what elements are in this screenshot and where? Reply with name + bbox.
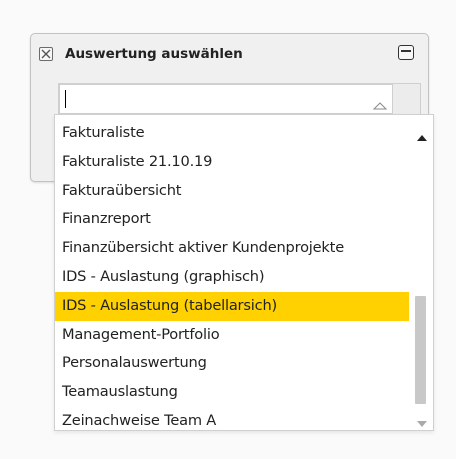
dropdown-items: Fakturaliste Fakturaliste 21.10.19 Faktura… [55,119,409,430]
dropdown-item[interactable]: Management-Portfolio [55,321,409,350]
report-search-input[interactable] [59,84,393,114]
window-toggle-icon[interactable] [398,45,414,60]
text-caret [65,90,66,108]
dropdown-item[interactable]: IDS - Auslastung (graphisch) [55,263,409,292]
dropdown-item[interactable]: Finanzreport [55,205,409,234]
scroll-thumb[interactable] [415,296,426,404]
dropdown-item[interactable]: IDS - Auslastung (tabellarsich) [55,291,409,321]
scrollbar[interactable] [411,115,433,430]
dropdown-item[interactable]: Fakturaliste 21.10.19 [55,148,409,177]
panel-title: Auswertung auswählen [65,46,243,62]
page: Auswertung auswählen Fakturaliste Faktura… [0,0,456,459]
dropdown-item[interactable]: Zeinachweise Team A [55,407,409,430]
dropdown-item[interactable]: Finanzübersicht aktiver Kundenprojekte [55,234,409,263]
scroll-up-icon[interactable] [417,126,427,145]
close-icon[interactable] [39,47,53,61]
dropdown-item[interactable]: Fakturaliste [55,119,409,148]
scroll-down-icon[interactable] [417,412,427,430]
report-dropdown-list[interactable]: Fakturaliste Fakturaliste 21.10.19 Faktura… [54,114,434,431]
dropdown-item[interactable]: Personalauswertung [55,349,409,378]
panel-header: Auswertung auswählen [31,34,428,74]
dropdown-item[interactable]: Teamauslastung [55,378,409,407]
dropdown-item[interactable]: Fakturaübersicht [55,177,409,206]
triangle-up-icon[interactable] [372,95,388,114]
